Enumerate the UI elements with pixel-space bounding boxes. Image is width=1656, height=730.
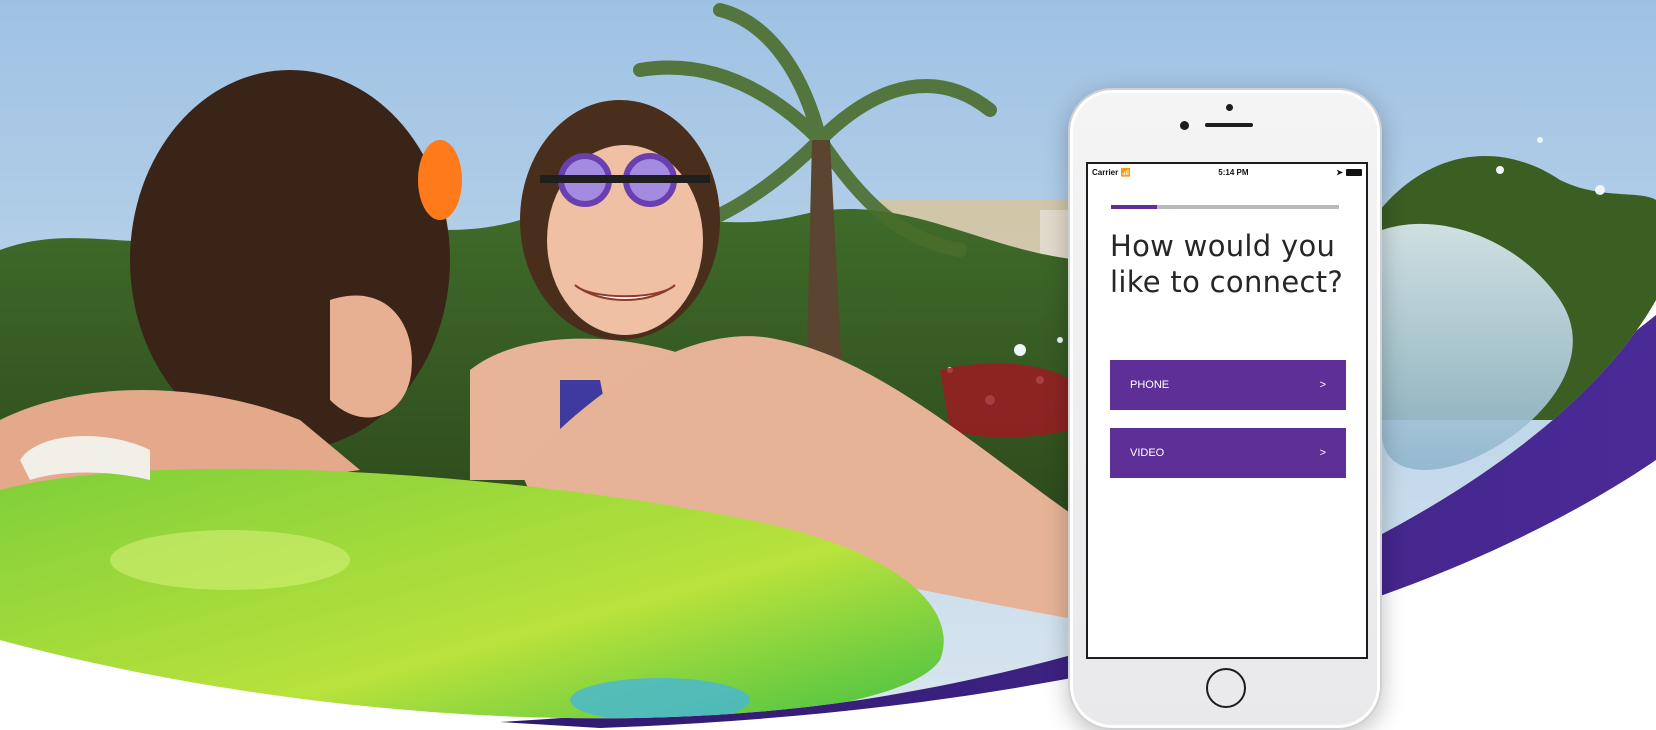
location-arrow-icon: ➤ [1336, 167, 1343, 177]
earpiece-speaker [1205, 123, 1253, 127]
status-right-icons: ➤ [1336, 168, 1362, 177]
front-camera [1226, 104, 1233, 111]
chevron-right-icon: > [1319, 379, 1326, 391]
chevron-right-icon: > [1319, 447, 1326, 459]
progress-bar [1111, 205, 1339, 209]
phone-mockup: Carrier 📶 5:14 PM ➤ How would you like t… [1068, 88, 1382, 730]
phone-option-label: PHONE [1130, 379, 1170, 391]
status-time: 5:14 PM [1218, 167, 1249, 177]
home-button[interactable] [1206, 668, 1246, 708]
pool-scene-illustration [0, 0, 1656, 728]
phone-screen: Carrier 📶 5:14 PM ➤ How would you like t… [1086, 162, 1368, 659]
wifi-icon: 📶 [1120, 167, 1131, 177]
battery-icon [1345, 168, 1362, 176]
video-option-button[interactable]: VIDEO > [1110, 428, 1346, 478]
page-title: How would you like to connect? [1110, 229, 1344, 299]
video-option-label: VIDEO [1130, 447, 1165, 459]
progress-fill [1111, 205, 1157, 209]
status-bar: Carrier 📶 5:14 PM ➤ [1088, 164, 1366, 180]
carrier-label: Carrier 📶 [1092, 168, 1130, 177]
hero-photo [0, 0, 1656, 730]
carrier-name: Carrier [1092, 167, 1119, 177]
phone-option-button[interactable]: PHONE > [1110, 360, 1346, 410]
proximity-sensor [1180, 121, 1189, 130]
